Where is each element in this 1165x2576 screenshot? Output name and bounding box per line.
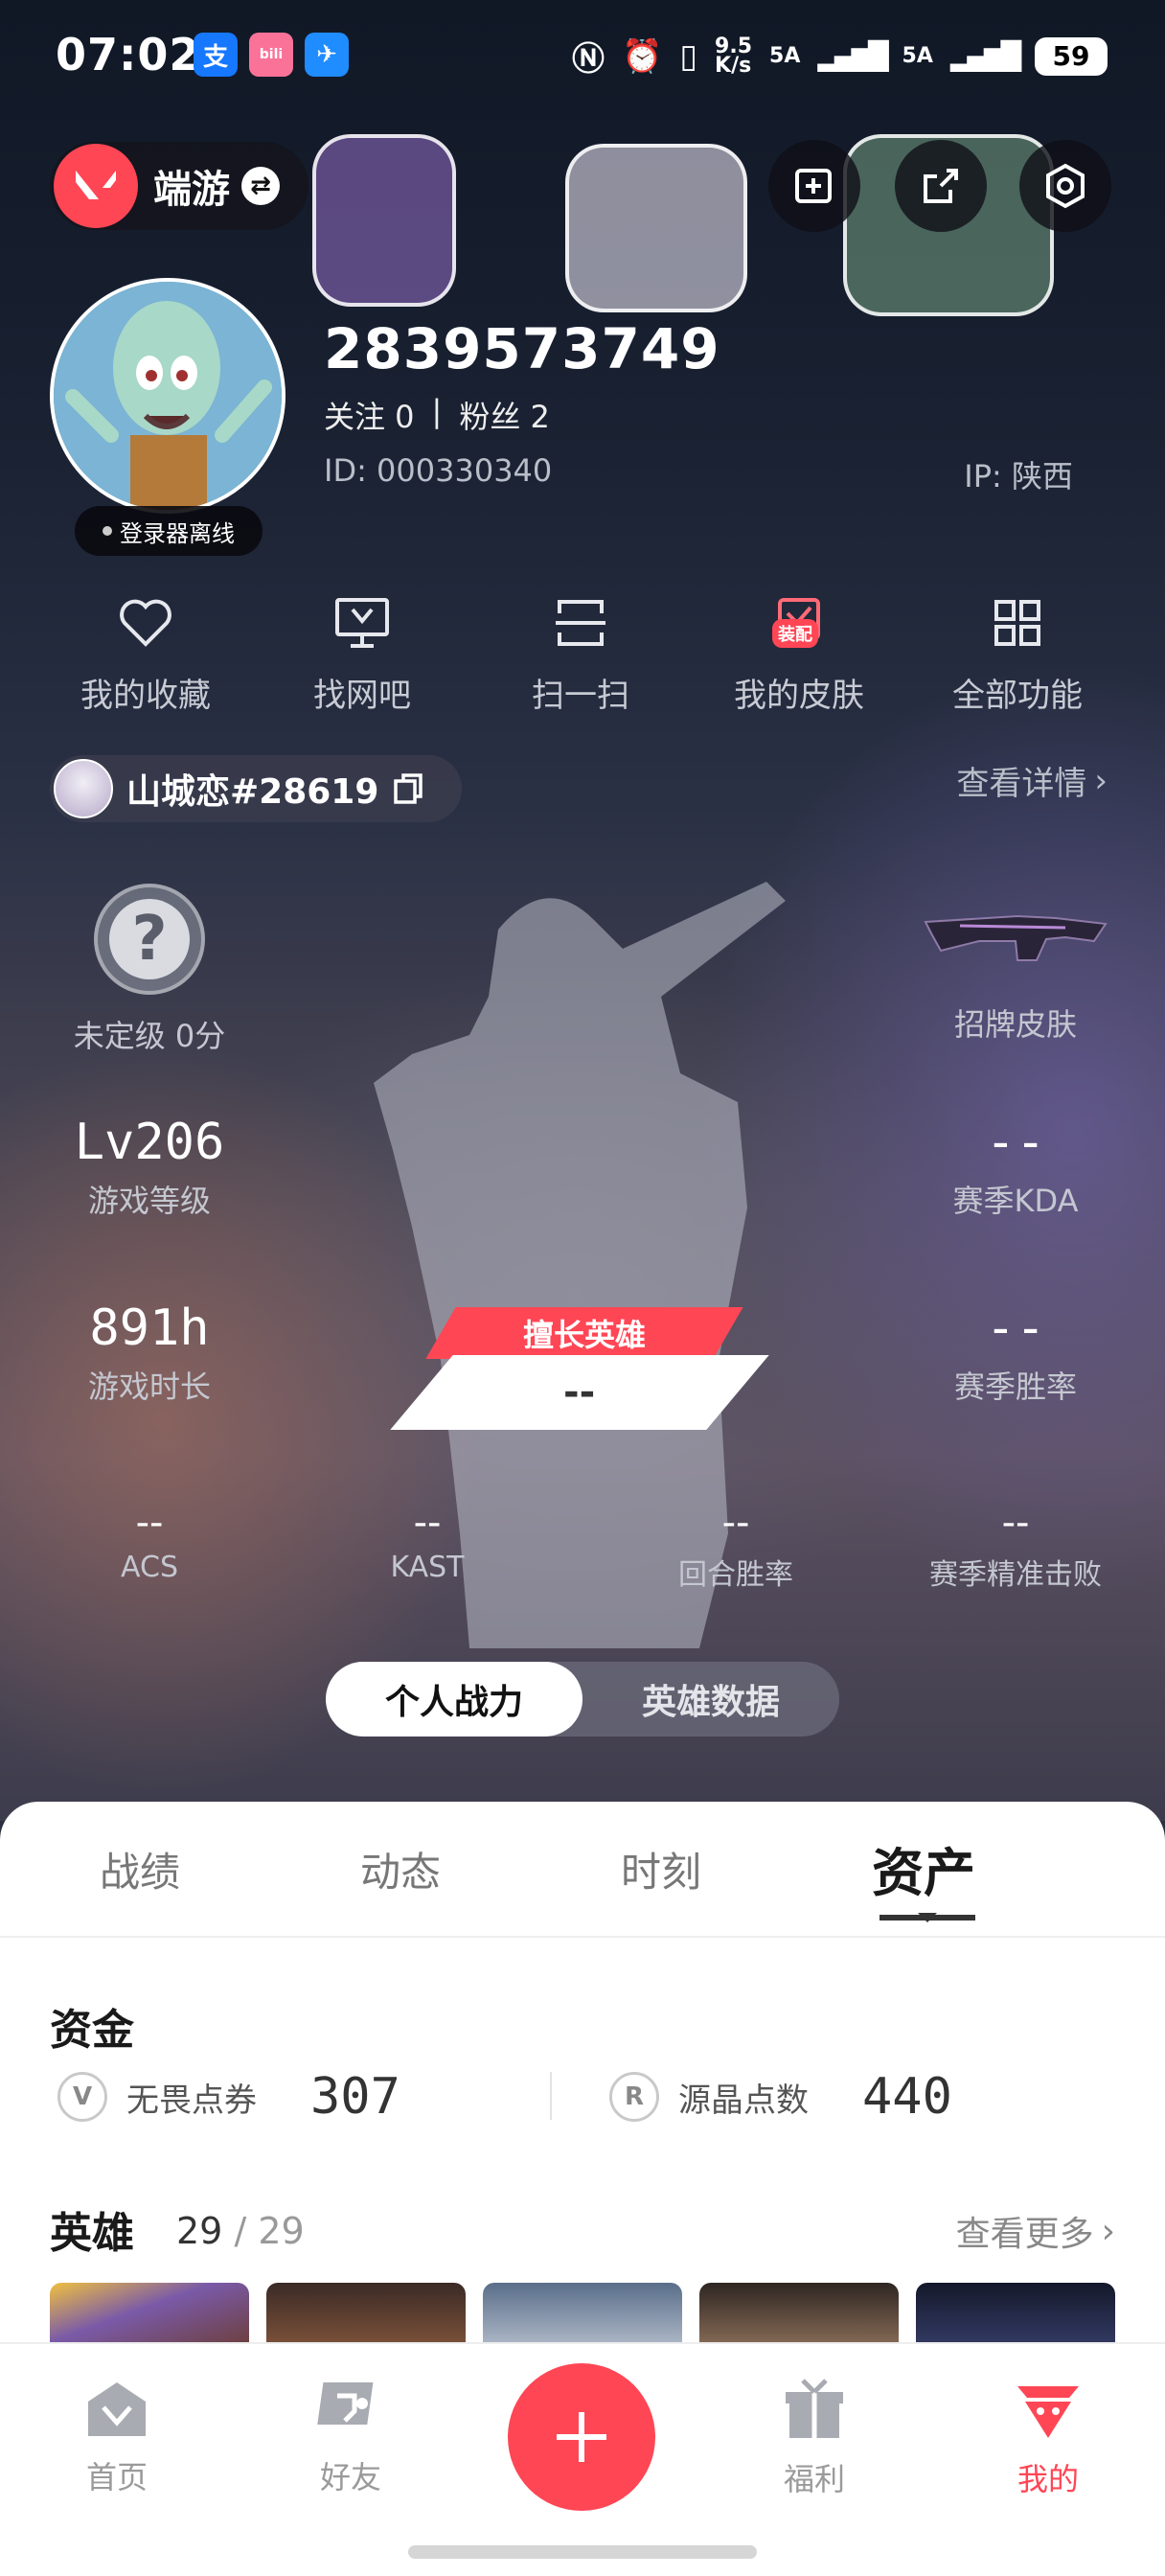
quick-action-all-features[interactable]: 全部功能 [922,594,1113,716]
kda-stat: -- 赛季KDA [952,1114,1079,1219]
quick-action-internet-cafe[interactable]: 找网吧 [266,594,458,716]
follow-separator: | [431,393,443,429]
quick-action-scan[interactable]: 扫一扫 [485,594,676,716]
messenger-notification-icon: ✈ [305,33,349,77]
follow-stats: 关注 0 | 粉丝 2 [324,393,550,437]
tab-feed[interactable]: 动态 [360,1840,441,1898]
share-button[interactable] [895,140,987,232]
share-icon [924,169,958,203]
game-switch-button[interactable]: 端游 ⇄ [50,142,308,230]
share-screen-icon [795,169,832,203]
status-time: 07:02 [56,29,201,80]
launcher-status-badge: 登录器离线 [75,506,263,556]
signal-1: 5A [769,44,801,68]
stats-mode-toggle: 个人战力 英雄数据 [326,1662,839,1736]
quick-action-favorites[interactable]: 我的收藏 [50,594,241,716]
scan-icon [552,594,609,652]
valorant-points: V 无畏点券 307 [57,2068,400,2126]
swap-icon: ⇄ [241,167,280,205]
vibrate-icon: ▯ [679,36,698,76]
game-name: 端游 [153,168,230,212]
nfc-icon: Ⓝ [571,40,605,79]
home-indicator[interactable] [408,2545,757,2559]
profile-icon [1017,2386,1079,2438]
friends-icon [317,2382,374,2425]
create-post-button[interactable] [508,2363,655,2511]
valorant-points-icon: V [57,2072,107,2122]
riot-avatar [54,759,113,818]
bilibili-notification-icon: bili [249,33,293,77]
signal-bars-icon: ▂▄▆█ [817,40,888,72]
heart-icon [117,594,174,652]
riot-account-pill[interactable]: 山城恋#28619 [50,755,462,822]
battery-level: 59 [1035,36,1108,76]
alarm-icon: ⏰ [621,36,663,76]
net-speed: 9.5 K/s [715,34,753,78]
skin-icon: 装配 [770,594,828,652]
funds-title: 资金 [50,2006,134,2055]
chibi-sticker [312,134,456,307]
featured-skin-stat[interactable]: 招牌皮肤 [891,884,1140,1045]
acs-stat: -- ACS [121,1501,178,1584]
avatar[interactable] [50,278,286,514]
settings-button[interactable] [1019,140,1111,232]
ip-location: IP: 陕西 [964,458,1073,494]
nav-welfare[interactable]: 福利 [738,2379,891,2499]
monitor-icon [333,594,391,652]
see-more-heroes-link[interactable]: 查看更多 › [956,2206,1115,2256]
playtime-stat: 891h 游戏时长 [87,1300,211,1405]
rank-stat[interactable]: ? 未定级 0分 [25,884,274,1056]
chevron-right-icon: › [1101,2211,1115,2251]
equip-badge: 装配 [772,619,818,648]
chevron-right-icon: › [1094,761,1108,800]
copy-icon[interactable] [392,771,424,806]
avatar-image [54,282,282,510]
winrate-stat: -- 赛季胜率 [953,1300,1077,1405]
home-icon [88,2382,146,2436]
share-screen-button[interactable] [768,140,860,232]
settings-icon [1046,163,1085,209]
view-detail-link[interactable]: 查看详情 › [956,757,1108,804]
segment-hero-data[interactable]: 英雄数据 [582,1662,839,1736]
level-stat: Lv206 游戏等级 [74,1114,225,1219]
chibi-sticker [565,144,747,312]
kast-stat: -- KAST [390,1501,465,1584]
username: 2839573749 [324,316,720,381]
status-dot [103,526,112,536]
round-winrate-stat: -- 回合胜率 [678,1501,793,1592]
nav-friends[interactable]: 好友 [274,2379,427,2497]
segment-personal-power[interactable]: 个人战力 [326,1662,582,1736]
fans-count[interactable]: 粉丝 2 [459,393,550,437]
riot-id: 山城恋#28619 [126,772,379,812]
bottom-nav: 首页 好友 福利 我的 [0,2342,1165,2576]
plus-icon [557,2412,606,2462]
alipay-notification-icon: 支 [194,33,238,77]
rifle-skin-icon [924,914,1108,961]
nav-home[interactable]: 首页 [40,2379,194,2497]
tab-record[interactable]: 战绩 [100,1840,180,1898]
radianite-points-icon: R [609,2072,659,2122]
user-id: ID: 000330340 [324,452,553,489]
signal-bars-icon: ▂▄▆█ [949,40,1021,72]
grid-icon [989,594,1046,652]
heroes-count: 29 / 29 [176,2210,305,2252]
heroes-title: 英雄 [50,2209,134,2258]
unranked-icon: ? [94,884,205,995]
quick-action-my-skins[interactable]: 装配 我的皮肤 [703,594,895,716]
tab-assets[interactable]: 资产 [872,1830,975,1906]
gift-icon [786,2379,843,2438]
best-hero-tag: 擅长英雄 [425,1307,743,1359]
headshot-stat: -- 赛季精准击败 [929,1501,1102,1592]
status-text: 登录器离线 [120,519,235,547]
best-hero-plate[interactable]: -- [390,1355,769,1430]
nav-me[interactable]: 我的 [971,2379,1125,2499]
radianite-points: R 源晶点数 440 [609,2068,952,2126]
signal-2: 5A [902,44,933,68]
tab-moments[interactable]: 时刻 [621,1840,701,1898]
valorant-logo-icon [54,144,138,228]
following-count[interactable]: 关注 0 [324,393,415,437]
